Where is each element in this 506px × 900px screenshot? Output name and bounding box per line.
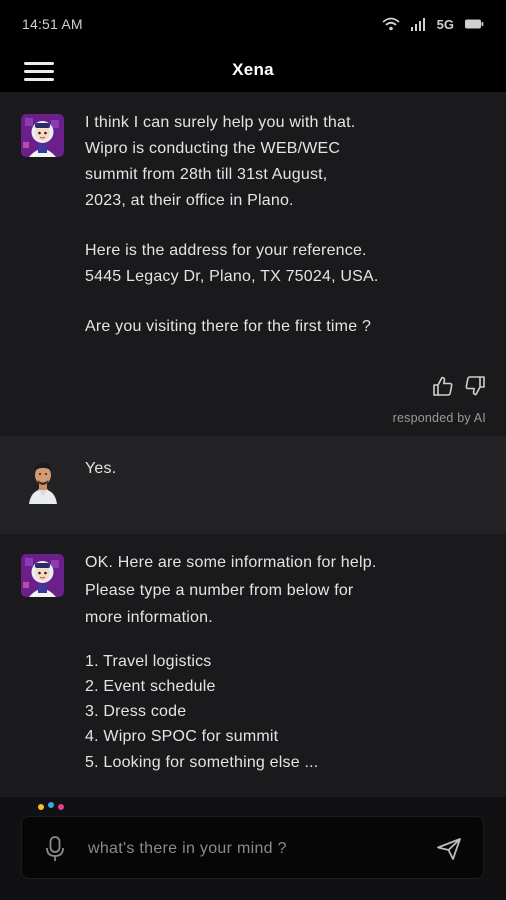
indicator-dot <box>38 804 44 810</box>
message-line: Yes. <box>85 460 117 477</box>
status-bar: 14:51 AM 5G <box>0 0 506 48</box>
bot-message-text: I think I can surely help you with that.… <box>85 110 485 340</box>
indicator-dot <box>58 804 64 810</box>
menu-icon[interactable] <box>24 62 54 81</box>
user-message-text: Yes. <box>85 456 485 482</box>
message-line: Wipro is conducting the WEB/WEC <box>85 140 341 157</box>
message-line: 2023, at their office in Plano. <box>85 192 294 209</box>
message-line: Are you visiting there for the first tim… <box>85 318 372 335</box>
message-line: more information. <box>85 609 213 626</box>
wifi-icon <box>382 17 400 31</box>
status-icons: 5G <box>382 17 484 32</box>
indicator-dot <box>48 802 54 808</box>
bot-avatar <box>21 554 64 597</box>
feedback-buttons <box>432 375 486 397</box>
bot-message: I think I can surely help you with that.… <box>0 92 506 436</box>
user-avatar <box>22 458 64 504</box>
mic-icon[interactable] <box>43 835 67 863</box>
message-line: Please type a number from below for <box>85 581 354 599</box>
user-message: Yes. <box>0 436 506 534</box>
typing-indicator <box>38 802 64 810</box>
responded-by-label: responded by AI <box>392 411 486 425</box>
option-item: 4. Wipro SPOC for summit <box>85 728 279 746</box>
message-line: 5445 Legacy Dr, Plano, TX 75024, USA. <box>85 268 379 285</box>
status-time: 14:51 AM <box>22 16 83 32</box>
bot-avatar <box>21 114 64 157</box>
option-item: 1. Travel logistics <box>85 652 212 670</box>
message-line: I think I can surely help you with that. <box>85 114 356 131</box>
chat-thread[interactable]: I think I can surely help you with that.… <box>0 92 506 797</box>
signal-icon <box>410 18 425 31</box>
bot-message-text: OK. Here are some information for help. … <box>85 549 485 775</box>
message-input[interactable] <box>88 834 418 864</box>
bot-message: OK. Here are some information for help. … <box>0 534 506 797</box>
thumbs-up-icon[interactable] <box>432 375 454 397</box>
option-item: 5. Looking for something else ... <box>85 753 319 771</box>
page-title: Xena <box>232 60 274 79</box>
send-icon[interactable] <box>436 837 462 861</box>
thumbs-down-icon[interactable] <box>464 375 486 397</box>
message-line: OK. Here are some information for help. <box>85 554 377 571</box>
message-line: Here is the address for your reference. <box>85 242 367 259</box>
message-line: summit from 28th till 31st August, <box>85 166 328 183</box>
option-item: 3. Dress code <box>85 703 187 721</box>
network-type: 5G <box>436 16 454 32</box>
app-header: Xena <box>0 48 506 92</box>
option-item: 2. Event schedule <box>85 677 216 695</box>
battery-icon <box>465 19 484 29</box>
